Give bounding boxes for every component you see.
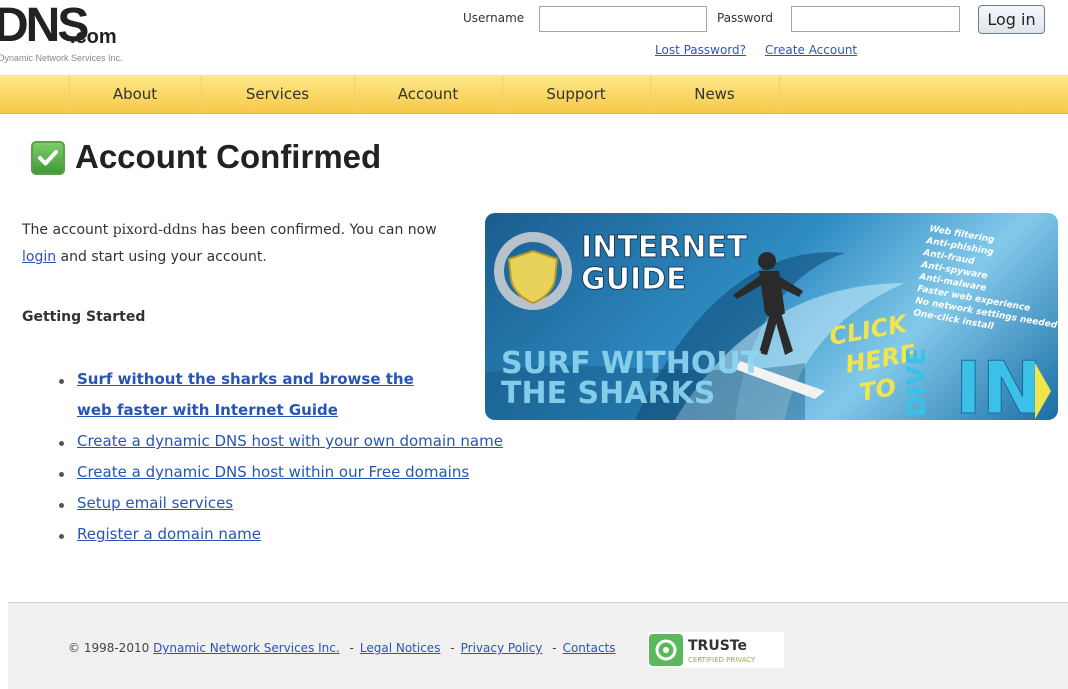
nav-item-support[interactable]: Support [502, 75, 650, 113]
company-link[interactable]: Dynamic Network Services Inc. [153, 641, 340, 655]
create-account-link[interactable]: Create Account [765, 43, 857, 57]
copyright: © 1998-2010 [68, 641, 150, 655]
logo-tagline: Dynamic Network Services Inc. [0, 53, 123, 63]
page-title: Account Confirmed [75, 138, 382, 175]
login-link[interactable]: login [22, 249, 56, 265]
footer: © 1998-2010 Dynamic Network Services Inc… [8, 602, 1068, 689]
truste-subtitle: CERTIFIED PRIVACY [688, 656, 756, 664]
username-input[interactable] [539, 6, 707, 32]
bullet-icon [59, 441, 64, 446]
truste-logo: TRUSTe CERTIFIED PRIVACY [649, 634, 756, 666]
banner-title-line2: GUIDE [581, 262, 687, 297]
password-label: Password [717, 11, 774, 25]
footer-separator: - [349, 641, 354, 655]
checkmark-icon-glyph [38, 150, 58, 166]
footer-separator: - [552, 641, 557, 655]
login-button[interactable]: Log in [978, 5, 1045, 34]
bullet-icon [59, 379, 64, 384]
username-label: Username [463, 11, 525, 25]
section-heading: Getting Started [22, 309, 146, 325]
confirmation-text-start: The account [22, 222, 113, 238]
logo-suffix: .com [70, 26, 117, 48]
free-domain-dns-link[interactable]: Create a dynamic DNS host within our Fre… [77, 463, 469, 481]
bullet-icon [59, 503, 64, 508]
internet-guide-banner[interactable]: INTERNET GUIDE Web filtering Anti-phishi… [485, 213, 1058, 420]
lost-password-link[interactable]: Lost Password? [655, 43, 746, 57]
contacts-link[interactable]: Contacts [563, 641, 616, 655]
confirmation-text-middle: has been confirmed. You can now [197, 222, 437, 238]
nav-item-news[interactable]: News [650, 75, 779, 113]
main-nav: About Services Account Support News [0, 75, 1068, 114]
custom-domain-dns-link[interactable]: Create a dynamic DNS host with your own … [77, 432, 503, 450]
bullet-icon [59, 472, 64, 477]
register-domain-link[interactable]: Register a domain name [77, 525, 261, 543]
account-name: pixord-ddns [112, 222, 197, 238]
footer-separator: - [450, 641, 455, 655]
nav-item-about[interactable]: About [69, 75, 201, 113]
banner-in: IN [955, 346, 1042, 420]
confirmation-message: The account pixord-ddns has been confirm… [22, 217, 472, 271]
banner-title-line1: INTERNET [581, 230, 748, 265]
truste-name: TRUSTe [688, 638, 747, 654]
checkmark-icon [31, 141, 65, 175]
confirmation-text-end: and start using your account. [56, 249, 267, 265]
email-services-link[interactable]: Setup email services [77, 494, 233, 512]
truste-badge[interactable]: TRUSTe CERTIFIED PRIVACY [648, 632, 784, 668]
nav-item-services[interactable]: Services [201, 75, 354, 113]
nav-divider [779, 75, 780, 113]
footer-links: © 1998-2010 Dynamic Network Services Inc… [68, 641, 616, 655]
banner-graphic: INTERNET GUIDE Web filtering Anti-phishi… [485, 224, 1058, 420]
banner-dive: DIVE [902, 348, 932, 417]
bullet-icon [59, 534, 64, 539]
nav-item-account[interactable]: Account [354, 75, 502, 113]
internet-guide-link-line2[interactable]: web faster with Internet Guide [77, 401, 338, 419]
arrow-right-icon [1035, 363, 1051, 419]
banner-surf-line2: THE SHARKS [501, 376, 715, 411]
legal-notices-link[interactable]: Legal Notices [360, 641, 441, 655]
internet-guide-link[interactable]: Surf without the sharks and browse the [77, 370, 414, 388]
site-logo[interactable]: DNS .com Dynamic Network Services Inc. [0, 4, 160, 66]
banner-click-line3: TO [857, 373, 898, 407]
privacy-policy-link[interactable]: Privacy Policy [461, 641, 543, 655]
password-input[interactable] [791, 6, 960, 32]
